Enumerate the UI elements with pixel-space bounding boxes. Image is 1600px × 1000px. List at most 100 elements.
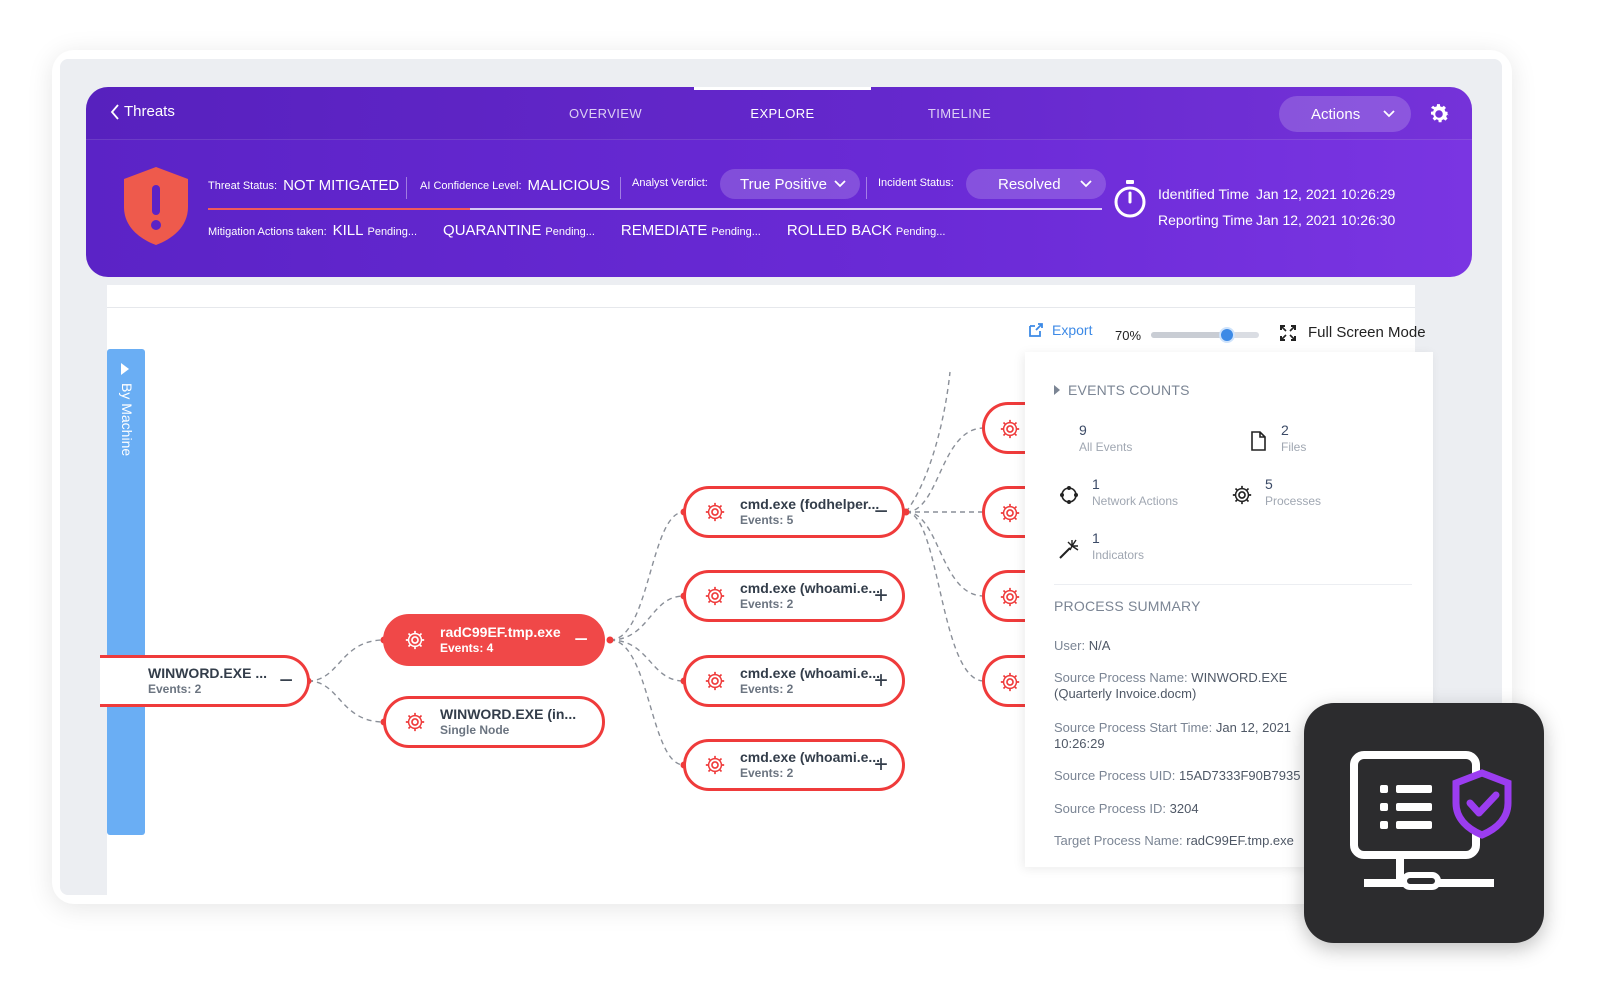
tab-bar: OVERVIEW EXPLORE TIMELINE bbox=[517, 87, 1048, 140]
analyst-verdict-dropdown[interactable]: True Positive bbox=[720, 169, 860, 199]
fullscreen-label: Full Screen Mode bbox=[1308, 324, 1426, 341]
node-subtitle: Single Node bbox=[440, 723, 510, 737]
tab-overview[interactable]: OVERVIEW bbox=[517, 87, 694, 140]
count-files[interactable]: 2 Files bbox=[1247, 422, 1306, 454]
zoom-slider[interactable] bbox=[1151, 327, 1259, 343]
incident-status-label-wrap: Incident Status: bbox=[878, 177, 954, 189]
incident-status-dropdown[interactable]: Resolved bbox=[966, 169, 1106, 199]
process-node-cmd-whoami-3[interactable]: cmd.exe (whoami.e... Events: 2 + bbox=[683, 739, 905, 791]
node-subtitle: Events: 2 bbox=[148, 682, 202, 696]
count-network-actions[interactable]: 1 Network Actions bbox=[1058, 476, 1178, 508]
tab-explore[interactable]: EXPLORE bbox=[694, 87, 871, 140]
chevron-down-icon bbox=[1383, 110, 1395, 118]
expand-icon[interactable]: + bbox=[874, 583, 888, 609]
by-machine-side-tab[interactable]: By Machine bbox=[107, 349, 145, 835]
process-node-radc[interactable]: radC99EF.tmp.exe Events: 4 − bbox=[383, 614, 605, 666]
ai-confidence: AI Confidence Level: MALICIOUS bbox=[420, 177, 610, 194]
process-node-cmd-fodhelper[interactable]: cmd.exe (fodhelper.... Events: 5 − bbox=[683, 486, 905, 538]
process-gear-icon bbox=[705, 755, 725, 775]
events-counts-header[interactable]: EVENTS COUNTS bbox=[1054, 382, 1190, 398]
threat-header: Threats OVERVIEW EXPLORE TIMELINE Action… bbox=[86, 87, 1472, 277]
node-subtitle: Events: 2 bbox=[740, 766, 794, 780]
process-gear-icon bbox=[1000, 503, 1020, 523]
stopwatch-icon bbox=[1114, 180, 1146, 218]
side-tab-label: By Machine bbox=[119, 383, 135, 457]
divider bbox=[866, 177, 867, 199]
process-node-cmd-whoami-2[interactable]: cmd.exe (whoami.e... Events: 2 + bbox=[683, 655, 905, 707]
settings-gear-icon[interactable] bbox=[1426, 101, 1452, 127]
actions-dropdown[interactable]: Actions bbox=[1279, 96, 1411, 132]
analyst-verdict-value: True Positive bbox=[740, 175, 827, 193]
process-summary-header: PROCESS SUMMARY bbox=[1054, 598, 1201, 614]
node-subtitle: Events: 2 bbox=[740, 597, 794, 611]
actions-label: Actions bbox=[1311, 105, 1361, 123]
incident-status-value: Resolved bbox=[998, 175, 1061, 193]
summary-source-process-id: Source Process ID: 3204 bbox=[1054, 801, 1199, 816]
summary-source-process-name: Source Process Name: WINWORD.EXE (Quarte… bbox=[1054, 670, 1288, 701]
node-subtitle: Events: 4 bbox=[440, 641, 494, 655]
node-title: WINWORD.EXE ... bbox=[148, 665, 267, 681]
file-icon bbox=[1251, 431, 1266, 451]
export-button[interactable]: Export bbox=[1028, 322, 1092, 338]
canvas-top-strip bbox=[107, 285, 1415, 308]
endpoint-security-app-badge bbox=[1304, 703, 1544, 943]
back-link[interactable]: Threats bbox=[110, 103, 175, 120]
tab-timeline[interactable]: TIMELINE bbox=[871, 87, 1048, 140]
expand-icon[interactable]: + bbox=[874, 668, 888, 694]
collapse-icon[interactable]: − bbox=[279, 668, 293, 694]
process-gear-icon bbox=[405, 712, 425, 732]
node-title: cmd.exe (fodhelper.... bbox=[740, 496, 880, 512]
chevron-down-icon bbox=[1080, 180, 1092, 188]
divider bbox=[406, 177, 407, 199]
process-gear-icon bbox=[1000, 587, 1020, 607]
summary-source-process-uid: Source Process UID: 15AD7333F90B7935 bbox=[1054, 768, 1301, 783]
reporting-time: Reporting Time Jan 12, 2021 10:26:30 bbox=[1158, 212, 1396, 228]
threat-shield-icon bbox=[124, 167, 188, 245]
status-progress-white bbox=[470, 208, 1102, 210]
process-node-winword-root[interactable]: WINWORD.EXE ... Events: 2 − bbox=[100, 655, 310, 707]
expand-arrow-icon bbox=[121, 363, 129, 375]
threat-status-value: NOT MITIGATED bbox=[283, 177, 400, 194]
process-gear-icon bbox=[1000, 672, 1020, 692]
node-subtitle: Events: 2 bbox=[740, 682, 794, 696]
gear-icon bbox=[1232, 485, 1252, 505]
collapse-icon[interactable]: − bbox=[874, 499, 888, 525]
collapse-icon[interactable]: − bbox=[574, 627, 588, 653]
ai-confidence-label: AI Confidence Level: bbox=[420, 179, 522, 192]
mitigation-row: Mitigation Actions taken: KILL Pending...… bbox=[208, 222, 971, 239]
node-subtitle: Events: 5 bbox=[740, 513, 794, 527]
caret-right-icon bbox=[1054, 385, 1060, 395]
chevron-left-icon bbox=[110, 103, 119, 120]
count-all-events[interactable]: 9 All Events bbox=[1079, 422, 1132, 454]
monitor-shield-icon bbox=[1350, 751, 1512, 890]
incident-status-label: Incident Status: bbox=[878, 177, 954, 189]
threat-status: Threat Status: NOT MITIGATED bbox=[208, 177, 399, 194]
process-gear-icon bbox=[705, 671, 725, 691]
zoom-slider-fill bbox=[1151, 332, 1227, 338]
mitigation-rolled-back: ROLLED BACK Pending... bbox=[786, 222, 946, 239]
node-title: WINWORD.EXE (in... bbox=[440, 706, 577, 722]
zoom-slider-knob[interactable] bbox=[1218, 327, 1235, 343]
process-node-cmd-whoami-1[interactable]: cmd.exe (whoami.e... Events: 2 + bbox=[683, 570, 905, 622]
mitigation-kill: KILL Pending... bbox=[332, 222, 418, 239]
process-gear-icon bbox=[1000, 419, 1020, 439]
threat-status-label: Threat Status: bbox=[208, 179, 278, 192]
expand-icon[interactable]: + bbox=[874, 752, 888, 778]
summary-user: User: N/A bbox=[1054, 638, 1111, 653]
node-title: cmd.exe (whoami.e... bbox=[740, 665, 880, 681]
status-progress-red bbox=[208, 208, 470, 210]
count-indicators[interactable]: 1 Indicators bbox=[1058, 530, 1144, 562]
node-title: radC99EF.tmp.exe bbox=[440, 624, 561, 640]
fullscreen-icon bbox=[1280, 324, 1296, 341]
ai-confidence-value: MALICIOUS bbox=[527, 177, 611, 194]
mitigation-remediate: REMEDIATE Pending... bbox=[620, 222, 761, 239]
node-title: cmd.exe (whoami.e... bbox=[740, 749, 880, 765]
count-processes[interactable]: 5 Processes bbox=[1231, 476, 1321, 508]
analyst-verdict-label-wrap: Analyst Verdict: bbox=[632, 177, 708, 189]
indicator-icon bbox=[1059, 539, 1079, 559]
export-icon bbox=[1029, 323, 1043, 337]
summary-target-process-name: Target Process Name: radC99EF.tmp.exe bbox=[1054, 833, 1294, 848]
process-node-winword-child[interactable]: WINWORD.EXE (in... Single Node bbox=[383, 696, 605, 748]
divider bbox=[620, 177, 621, 199]
fullscreen-button[interactable]: Full Screen Mode bbox=[1280, 324, 1426, 341]
